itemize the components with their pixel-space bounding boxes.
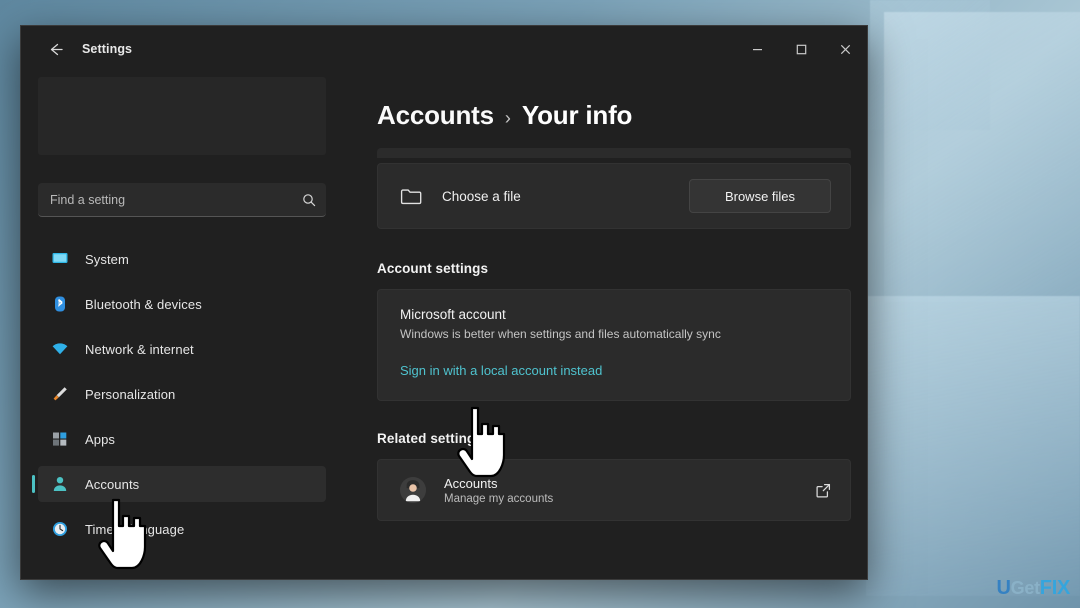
sidebar-item-label: Apps xyxy=(85,431,116,447)
microsoft-account-title: Microsoft account xyxy=(400,307,506,322)
sidebar: System Bluetooth & devices xyxy=(21,72,341,579)
search-input[interactable] xyxy=(50,192,302,207)
window-controls xyxy=(735,26,867,72)
browse-files-button[interactable]: Browse files xyxy=(689,179,831,213)
apps-grid-icon xyxy=(50,429,70,449)
sidebar-item-label: Bluetooth & devices xyxy=(85,296,202,312)
sidebar-nav-list: System Bluetooth & devices Network & int… xyxy=(32,241,326,556)
sidebar-item-network-internet[interactable]: Network & internet xyxy=(38,331,326,367)
sidebar-item-label: Network & internet xyxy=(85,341,194,357)
person-icon xyxy=(50,474,70,494)
account-settings-heading: Account settings xyxy=(377,261,489,276)
clock-icon xyxy=(50,519,70,539)
accounts-related-row[interactable]: Accounts Manage my accounts xyxy=(377,459,851,521)
app-title: Settings xyxy=(82,42,133,56)
search-field[interactable] xyxy=(38,183,326,217)
accounts-row-text: Accounts Manage my accounts xyxy=(444,476,553,505)
sidebar-item-apps[interactable]: Apps xyxy=(38,421,326,457)
page-title: Your info xyxy=(521,100,633,130)
breadcrumb-root[interactable]: Accounts xyxy=(377,100,494,131)
window-body: System Bluetooth & devices xyxy=(21,72,867,579)
accounts-row-subtitle: Manage my accounts xyxy=(444,492,554,505)
user-account-card-redacted xyxy=(38,77,326,155)
paintbrush-icon xyxy=(50,384,70,404)
microsoft-account-description: Windows is better when settings and file… xyxy=(400,327,721,341)
sidebar-item-bluetooth-devices[interactable]: Bluetooth & devices xyxy=(38,286,326,322)
sidebar-item-label: Time & language xyxy=(85,521,185,537)
external-link-icon[interactable] xyxy=(816,483,831,498)
back-arrow-icon[interactable] xyxy=(38,34,72,64)
watermark-part-u: U xyxy=(996,577,1011,599)
wifi-icon xyxy=(50,339,70,359)
maximize-icon[interactable] xyxy=(779,26,823,72)
breadcrumb: Accounts › Your info xyxy=(377,100,851,131)
sign-in-local-account-link[interactable]: Sign in with a local account instead xyxy=(400,363,602,378)
related-settings-heading: Related settings xyxy=(377,431,483,446)
main-content: Accounts › Your info Choose a file Brows… xyxy=(341,72,867,579)
sidebar-item-time-language[interactable]: Time & language xyxy=(38,511,326,547)
sidebar-item-system[interactable]: System xyxy=(38,241,326,277)
watermark-part-get: Get xyxy=(1010,578,1040,598)
accounts-row-title: Accounts xyxy=(444,475,498,491)
folder-icon xyxy=(400,187,422,206)
watermark-part-fix: FIX xyxy=(1039,577,1071,599)
close-icon[interactable] xyxy=(823,26,867,72)
display-monitor-icon xyxy=(50,249,70,269)
scrolled-card-edge xyxy=(377,148,851,158)
wallpaper-panel-upper xyxy=(884,12,1080,302)
wallpaper-panel-lower xyxy=(866,296,1080,596)
sidebar-item-accounts[interactable]: Accounts xyxy=(32,466,326,502)
chevron-right-icon: › xyxy=(504,108,511,128)
choose-file-label: Choose a file xyxy=(442,188,521,204)
bluetooth-icon xyxy=(50,294,70,314)
minimize-icon[interactable] xyxy=(735,26,779,72)
settings-window: Settings Find a setting System Bluetooth… xyxy=(20,25,868,580)
account-avatar-icon xyxy=(400,477,426,503)
sidebar-item-personalization[interactable]: Personalization xyxy=(38,376,326,412)
title-bar: Settings xyxy=(21,26,867,72)
sidebar-item-label: Personalization xyxy=(85,386,176,402)
search-icon xyxy=(302,193,316,207)
sidebar-item-label: Accounts xyxy=(85,476,140,492)
watermark: U Get FIX xyxy=(996,577,1071,600)
choose-file-card: Choose a file Browse files xyxy=(377,163,851,229)
sidebar-item-label: System xyxy=(85,251,129,267)
microsoft-account-card: Microsoft account Windows is better when… xyxy=(377,289,851,401)
